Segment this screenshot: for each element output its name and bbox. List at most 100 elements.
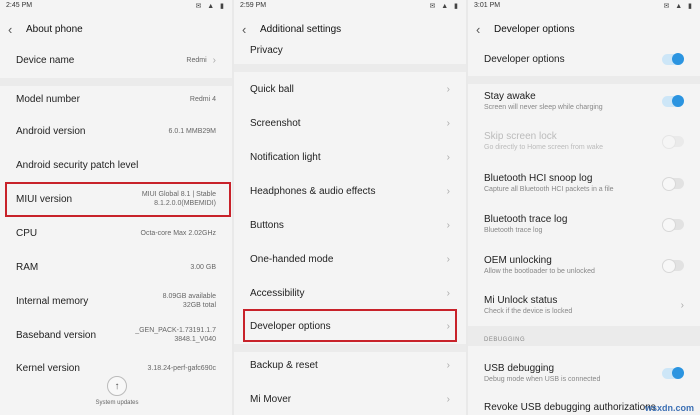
row-accessibility[interactable]: Accessibility › [234,280,466,306]
status-icons: ✉ ▲ ▮ [663,3,694,10]
row-mi-unlock-status[interactable]: Mi Unlock status Check if the device is … [468,290,700,320]
back-arrow-icon[interactable]: ‹ [242,22,260,37]
row-notification-light[interactable]: Notification light › [234,144,466,170]
row-label: Mi Unlock status [484,295,558,306]
row-privacy[interactable]: Privacy [234,40,466,60]
divider [0,78,232,86]
divider [468,76,700,84]
row-stay-awake[interactable]: Stay awake Screen will never sleep while… [468,86,700,116]
back-arrow-icon[interactable]: ‹ [476,22,494,37]
page-title: About phone [26,23,83,35]
row-baseband-version: Baseband version _GEN_PACK-1.73191.1.7 3… [0,320,232,350]
status-icons: ✉ ▲ ▮ [429,3,460,10]
row-label: Quick ball [250,83,294,95]
row-value: 3.00 GB [190,263,216,271]
row-sublabel: Go directly to Home screen from wake [484,144,604,151]
about-phone-screen: 2:45 PM ✉ ▲ ▮ ‹ About phone Device name … [0,0,232,415]
row-bluetooth-trace-log[interactable]: Bluetooth trace log Bluetooth trace log [468,209,700,239]
chevron-right-icon: › [446,151,450,163]
row-sublabel: Screen will never sleep while charging [484,104,603,111]
row-value: 3.18.24-perf-gafc690c [147,364,217,372]
row-label: OEM unlocking [484,255,552,266]
watermark-text: wsxdn.com [644,403,694,413]
chevron-right-icon: › [446,185,450,197]
row-label: Device name [16,54,75,66]
row-usb-debugging[interactable]: USB debugging Debug mode when USB is con… [468,358,700,388]
row-buttons[interactable]: Buttons › [234,212,466,238]
section-header-debugging: DEBUGGING [484,337,526,343]
status-time: 2:59 PM [240,2,267,9]
row-label: USB debugging [484,363,555,374]
row-android-version[interactable]: Android version 6.0.1 MMB29M [0,118,232,144]
chevron-right-icon: › [212,54,216,66]
row-label: Developer options [484,53,565,65]
row-skip-screen-lock: Skip screen lock Go directly to Home scr… [468,126,700,156]
row-value: 8.09GB available 32GB total [162,293,216,309]
chevron-right-icon: › [446,393,450,405]
row-label: Privacy [250,44,283,56]
row-security-patch: Android security patch level [0,152,232,178]
chevron-right-icon: › [446,359,450,371]
developer-options-screen: 3:01 PM ✉ ▲ ▮ ‹ Developer options Develo… [468,0,700,415]
row-backup-reset[interactable]: Backup & reset › [234,352,466,378]
back-arrow-icon[interactable]: ‹ [8,22,26,37]
row-label: Stay awake [484,91,536,102]
divider [234,64,466,72]
usb-debugging-switch[interactable] [662,366,684,379]
row-value: Redmi [186,56,207,64]
row-label: Skip screen lock [484,131,557,142]
row-developer-options-toggle[interactable]: Developer options [468,46,700,72]
row-sublabel: Allow the bootloader to be unlocked [484,268,595,275]
row-label: Accessibility [250,287,305,299]
row-headphones-audio[interactable]: Headphones & audio effects › [234,178,466,204]
row-label: One-handed mode [250,253,334,265]
bluetooth-hci-snoop-switch[interactable] [662,176,684,191]
page-title: Developer options [494,23,575,35]
row-sublabel: Debug mode when USB is connected [484,376,601,383]
row-label: Headphones & audio effects [250,185,376,197]
row-label: Baseband version [16,329,97,341]
section-divider [468,326,700,346]
arrow-up-icon: ↑ [107,376,127,396]
bluetooth-trace-log-switch[interactable] [662,217,684,232]
row-bluetooth-hci-snoop[interactable]: Bluetooth HCI snoop log Capture all Blue… [468,168,700,198]
row-device-name[interactable]: Device name Redmi › [0,44,232,76]
row-oem-unlocking[interactable]: OEM unlocking Allow the bootloader to be… [468,250,700,280]
stay-awake-switch[interactable] [662,94,684,107]
divider [234,344,466,352]
status-time: 3:01 PM [474,2,501,9]
row-mi-mover[interactable]: Mi Mover › [234,386,466,412]
row-label: RAM [16,261,39,273]
chevron-right-icon: › [446,83,450,95]
row-screenshot[interactable]: Screenshot › [234,110,466,136]
row-quick-ball[interactable]: Quick ball › [234,76,466,102]
chevron-right-icon: › [446,253,450,265]
row-label: Revoke USB debugging authorizations [484,401,656,413]
row-model-number: Model number Redmi 4 [0,86,232,112]
row-label: Screenshot [250,117,301,129]
row-label: Notification light [250,151,321,163]
row-value: _GEN_PACK-1.73191.1.7 3848.1_V040 [135,327,216,343]
row-label: Kernel version [16,362,80,374]
row-kernel-version: Kernel version 3.18.24-perf-gafc690c [0,358,232,378]
row-one-handed-mode[interactable]: One-handed mode › [234,246,466,272]
row-label: Backup & reset [250,359,318,371]
row-label: Bluetooth trace log [484,214,568,225]
row-label: CPU [16,227,38,239]
system-updates-button[interactable]: ↑ System updates [92,376,142,406]
row-label: Bluetooth HCI snoop log [484,173,593,184]
developer-options-switch[interactable] [662,52,684,65]
row-label: Buttons [250,219,284,231]
oem-unlocking-switch[interactable] [662,258,684,273]
row-ram: RAM 3.00 GB [0,254,232,280]
row-label: Android version [16,125,86,137]
row-label: Mi Mover [250,393,292,405]
row-sublabel: Bluetooth trace log [484,227,543,234]
row-value: Redmi 4 [189,95,216,103]
system-updates-label: System updates [95,400,139,406]
chevron-right-icon: › [680,299,684,311]
row-internal-memory: Internal memory 8.09GB available 32GB to… [0,286,232,316]
row-cpu: CPU Octa-core Max 2.02GHz [0,220,232,246]
highlight-box [243,309,457,342]
chevron-right-icon: › [446,117,450,129]
